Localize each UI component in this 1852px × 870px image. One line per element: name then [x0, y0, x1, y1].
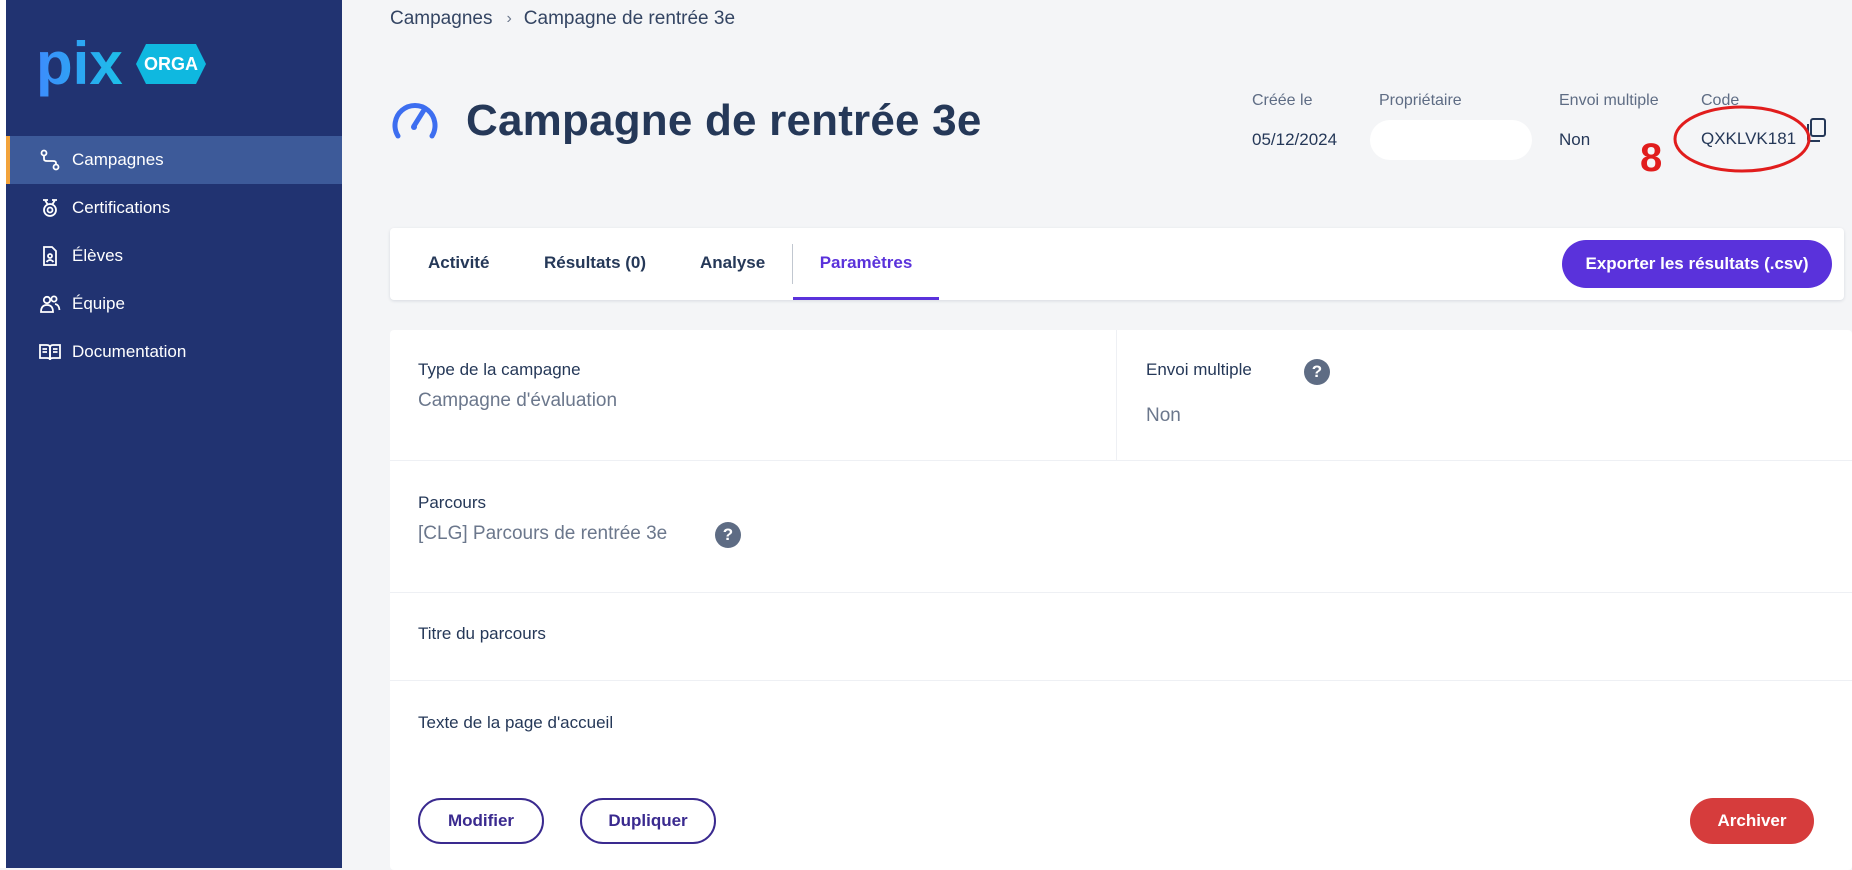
certification-icon: [38, 196, 62, 220]
column-divider: [1116, 330, 1117, 460]
main-content: Campagnes › Campagne de rentrée 3e Campa…: [342, 0, 1852, 870]
breadcrumb-link-campagnes[interactable]: Campagnes: [390, 8, 492, 30]
sidebar-item-label: Certifications: [72, 198, 171, 217]
owner-label: Propriétaire: [1379, 92, 1462, 109]
row-divider: [390, 460, 1852, 461]
welcome-text-label: Texte de la page d'accueil: [418, 713, 614, 732]
team-icon: [38, 292, 62, 316]
sidebar-item-label: Documentation: [72, 342, 187, 361]
export-results-button[interactable]: Exporter les résultats (.csv): [1562, 240, 1832, 288]
sidebar-item-label: Campagnes: [72, 150, 164, 169]
tab-parametres[interactable]: Paramètres: [793, 228, 939, 300]
sidebar-nav: Campagnes Certifications Élèves Équipe D…: [6, 136, 342, 376]
parcours-title-label: Titre du parcours: [418, 624, 546, 643]
sidebar-item-documentation[interactable]: Documentation: [6, 328, 342, 376]
row-divider: [390, 592, 1852, 593]
tab-analyse[interactable]: Analyse: [700, 228, 765, 300]
sidebar-item-eleves[interactable]: Élèves: [6, 232, 342, 280]
multiple-send-value: Non: [1146, 405, 1181, 426]
chevron-right-icon: ›: [506, 10, 512, 27]
archive-button[interactable]: Archiver: [1690, 798, 1814, 844]
campaign-route-icon: [38, 148, 62, 172]
sidebar-item-label: Élèves: [72, 246, 124, 265]
sidebar: ORGA pix Campagnes Certifications Élèves…: [6, 0, 342, 868]
code-value[interactable]: QXKLVK181: [1701, 129, 1796, 149]
breadcrumb-current: Campagne de rentrée 3e: [523, 8, 736, 29]
tab-activite[interactable]: Activité: [428, 228, 489, 300]
parcours-value: [CLG] Parcours de rentrée 3e: [418, 523, 668, 544]
multi-label: Envoi multiple: [1559, 92, 1659, 109]
duplicate-button[interactable]: Dupliquer: [580, 798, 716, 844]
page-title: Campagne de rentrée 3e: [466, 96, 982, 145]
svg-text:ORGA: ORGA: [144, 54, 198, 74]
help-icon[interactable]: ?: [715, 522, 741, 548]
sidebar-item-equipe[interactable]: Équipe: [6, 280, 342, 328]
multiple-send-label: Envoi multiple: [1146, 360, 1252, 379]
code-label: Code: [1701, 92, 1740, 109]
student-card-icon: [38, 244, 62, 268]
campaign-type-value: Campagne d'évaluation: [418, 390, 618, 411]
help-icon[interactable]: ?: [1304, 359, 1330, 385]
created-value: 05/12/2024: [1252, 130, 1338, 149]
parcours-label: Parcours: [418, 493, 487, 512]
modify-button[interactable]: Modifier: [418, 798, 544, 844]
tabs-bar: Activité Résultats (0) Analyse Paramètre…: [390, 228, 1844, 300]
meta-created: Créée le 05/12/2024: [1252, 92, 1337, 150]
created-label: Créée le: [1252, 92, 1313, 109]
pix-orga-logo[interactable]: ORGA pix: [34, 24, 244, 104]
sidebar-item-label: Équipe: [72, 294, 125, 313]
svg-text:pix: pix: [36, 30, 123, 97]
page-header: Campagne de rentrée 3e: [390, 96, 982, 146]
meta-owner: Propriétaire: [1379, 92, 1462, 110]
meta-code: Code QXKLVK181: [1701, 92, 1796, 149]
campaign-type-label: Type de la campagne: [418, 360, 581, 379]
speedometer-icon: [392, 103, 438, 139]
book-icon: [38, 340, 62, 364]
owner-redacted: [1370, 120, 1532, 160]
row-divider: [390, 680, 1852, 681]
copy-icon[interactable]: [1804, 117, 1828, 143]
annotation-number: 8: [1640, 136, 1663, 180]
sidebar-item-campagnes[interactable]: Campagnes: [6, 136, 342, 184]
settings-panel: Type de la campagne Campagne d'évaluatio…: [390, 330, 1852, 870]
sidebar-item-certifications[interactable]: Certifications: [6, 184, 342, 232]
breadcrumb: Campagnes › Campagne de rentrée 3e: [390, 8, 735, 30]
tab-resultats[interactable]: Résultats (0): [544, 228, 646, 300]
